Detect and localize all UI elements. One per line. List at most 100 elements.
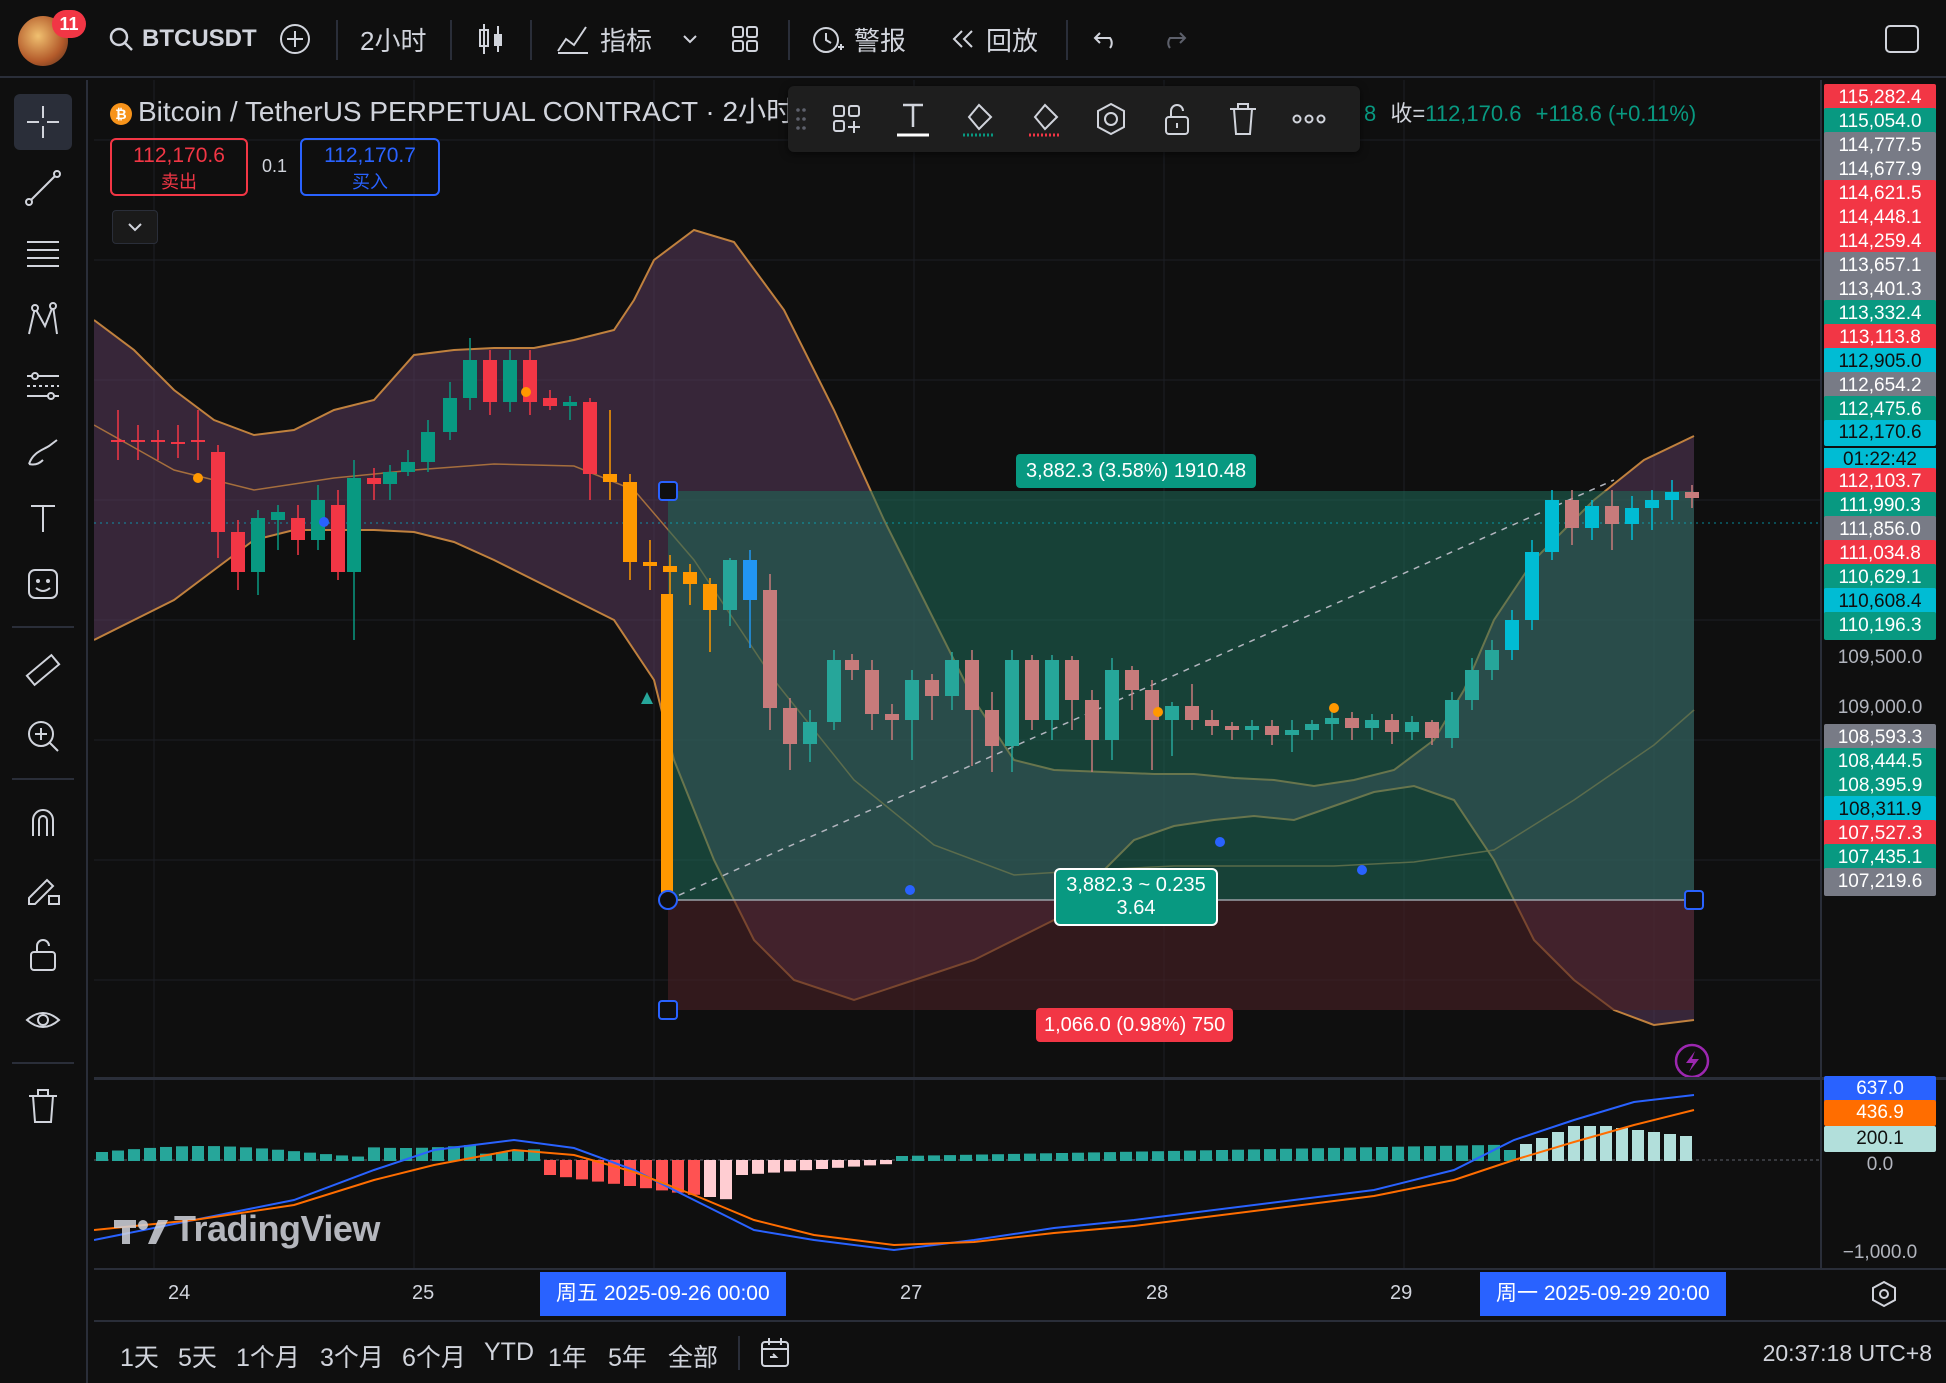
macd-price-axis[interactable]: 637.0 436.9 200.1 0.0 −1,000.0: [1820, 1076, 1946, 1268]
unlock-icon: [30, 939, 56, 971]
indicators-dropdown-button[interactable]: [680, 18, 700, 60]
fill-color-loss-button[interactable]: [1022, 96, 1068, 142]
symbol-title-text: Bitcoin / TetherUS PERPETUAL CONTRACT · …: [138, 96, 812, 127]
macd-histogram-bar: [736, 1160, 748, 1175]
interval-button[interactable]: 2小时: [360, 18, 426, 60]
redo-button[interactable]: [1158, 18, 1188, 60]
indicators-button[interactable]: 指标: [556, 18, 652, 60]
candle-body: [401, 462, 415, 472]
goto-date-button[interactable]: [758, 1336, 792, 1375]
macd-histogram-bar: [1104, 1152, 1116, 1161]
remove-drawings-tool[interactable]: [14, 1078, 72, 1134]
hide-drawings-tool[interactable]: [14, 992, 72, 1048]
replay-button[interactable]: 回放: [948, 18, 1038, 60]
target-zone[interactable]: [668, 491, 1694, 900]
axis-settings-button[interactable]: [1870, 1280, 1898, 1313]
candle-body: [1465, 670, 1479, 700]
price-axis-label: 110,196.3: [1824, 612, 1936, 640]
zoom-tool[interactable]: [14, 708, 72, 764]
pane-separator[interactable]: [94, 1077, 1946, 1080]
macd-histogram-bar: [768, 1160, 780, 1173]
pattern-icon: [28, 302, 58, 335]
delete-button[interactable]: [1220, 96, 1266, 142]
drag-handle[interactable]: [790, 96, 812, 142]
more-button[interactable]: [1286, 96, 1332, 142]
lock-button[interactable]: [1154, 96, 1200, 142]
macd-histogram-bar: [128, 1149, 140, 1161]
alerts-button[interactable]: 警报: [810, 18, 906, 60]
stop-label[interactable]: 1,066.0 (0.98%) 750: [1036, 1008, 1234, 1042]
price-axis[interactable]: 115,282.4 115,054.0 114,777.5 114,677.9 114,…: [1820, 80, 1946, 1080]
pattern-tool[interactable]: [14, 292, 72, 348]
compare-symbol-button[interactable]: [278, 18, 312, 60]
target-label[interactable]: 3,882.3 (3.58%) 1910.48: [1016, 454, 1257, 488]
time-label: 25: [412, 1282, 435, 1304]
lock-drawing-tool[interactable]: [14, 860, 72, 916]
clock-timezone[interactable]: 20:37:18 UTC+8: [1763, 1340, 1932, 1367]
prediction-tool[interactable]: [14, 358, 72, 414]
macd-histogram-bar: [304, 1152, 316, 1161]
range-1y[interactable]: 1年: [548, 1338, 587, 1374]
gear-icon: [1872, 1280, 1896, 1308]
range-1m[interactable]: 1个月: [236, 1338, 300, 1374]
position-anchor-stop[interactable]: [658, 1000, 678, 1020]
symbol-title[interactable]: ₿ Bitcoin / TetherUS PERPETUAL CONTRACT ·…: [110, 90, 811, 130]
fullscreen-button[interactable]: [1884, 18, 1920, 60]
brush-icon: [28, 439, 58, 466]
text-color-button[interactable]: [890, 96, 936, 142]
range-ytd[interactable]: YTD: [484, 1338, 534, 1367]
measure-tool[interactable]: [14, 642, 72, 698]
trend-line-tool[interactable]: [14, 160, 72, 216]
horizontal-lines-icon: [27, 241, 59, 267]
emoji-tool[interactable]: [14, 556, 72, 612]
signal-dot-blue: [1215, 837, 1225, 847]
symbol-search-button[interactable]: BTCUSDT: [108, 18, 257, 60]
fill-color-profit-button[interactable]: [956, 96, 1002, 142]
macd-histogram-bar: [1584, 1126, 1596, 1161]
macd-axis-label: 200.1: [1824, 1126, 1936, 1152]
candle-body: [1225, 726, 1239, 730]
legend-collapse-button[interactable]: [112, 210, 158, 244]
undo-button[interactable]: [1092, 18, 1122, 60]
price-axis-label: 107,219.6: [1824, 868, 1936, 896]
chart-type-button[interactable]: [476, 18, 506, 60]
text-tool[interactable]: [14, 490, 72, 546]
candle-body: [231, 532, 245, 572]
candle-body: [623, 482, 637, 562]
macd-histogram-bar: [896, 1156, 908, 1161]
macd-histogram-bar: [1056, 1153, 1068, 1161]
macd-histogram-bar: [1040, 1153, 1052, 1161]
macd-histogram-bar: [1376, 1147, 1388, 1161]
price-chart[interactable]: [94, 80, 1820, 1268]
position-anchor-right[interactable]: [1684, 890, 1704, 910]
lock-all-tool[interactable]: [14, 926, 72, 982]
templates-icon: [833, 105, 860, 133]
settings-button[interactable]: [1088, 96, 1134, 142]
range-5d[interactable]: 5天: [178, 1338, 217, 1374]
macd-histogram-bar: [1024, 1153, 1036, 1161]
signal-dot-blue: [319, 517, 329, 527]
macd-histogram-bar: [384, 1147, 396, 1161]
range-5y[interactable]: 5年: [608, 1338, 647, 1374]
crosshair-tool[interactable]: [14, 94, 72, 150]
range-all[interactable]: 全部: [668, 1338, 718, 1374]
range-6m[interactable]: 6个月: [402, 1338, 466, 1374]
time-axis[interactable]: 24 25 周五 2025-09-26 00:00 27 28 29 周一 20…: [94, 1268, 1946, 1318]
range-3m[interactable]: 3个月: [320, 1338, 384, 1374]
position-anchor-top[interactable]: [658, 481, 678, 501]
buy-button[interactable]: 112,170.7 买入: [300, 138, 440, 196]
candle-body: [1425, 722, 1439, 738]
brush-tool[interactable]: [14, 424, 72, 480]
candle-body: [563, 402, 577, 406]
fib-tool[interactable]: [14, 226, 72, 282]
magnet-tool[interactable]: [14, 794, 72, 850]
position-anchor-entry-left[interactable]: [658, 890, 678, 910]
layout-button[interactable]: [730, 18, 760, 60]
candle-body: [151, 440, 165, 442]
template-button[interactable]: [824, 96, 870, 142]
range-1d[interactable]: 1天: [120, 1338, 159, 1374]
risk-reward-label[interactable]: 3,882.3 ~ 0.235 3.64: [1054, 868, 1218, 926]
time-label: 24: [168, 1282, 191, 1304]
candle-body: [291, 518, 305, 540]
sell-button[interactable]: 112,170.6 卖出: [110, 138, 248, 196]
